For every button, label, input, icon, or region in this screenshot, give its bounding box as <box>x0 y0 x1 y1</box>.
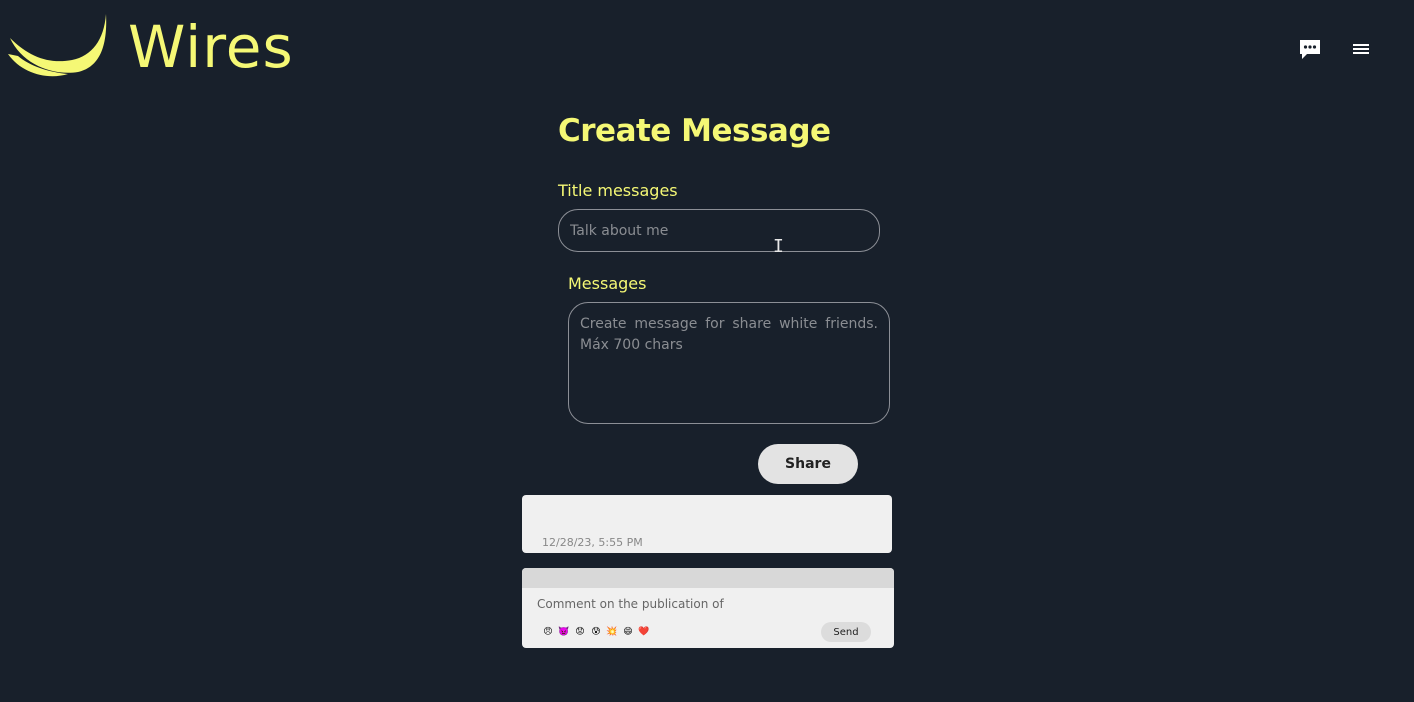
reaction-worried-icon[interactable]: 😟 <box>574 625 586 639</box>
send-comment-button[interactable]: Send <box>821 622 871 642</box>
comment-card: Comment on the publication of 😠 👿 😟 😰 💥 … <box>522 568 894 648</box>
hamburger-menu-icon[interactable] <box>1351 40 1371 58</box>
comment-label: Comment on the publication of <box>537 597 724 611</box>
message-field-label: Messages <box>568 274 647 293</box>
title-input[interactable] <box>558 209 880 252</box>
message-textarea[interactable] <box>568 302 890 424</box>
wires-logo[interactable]: Wires <box>8 12 308 82</box>
text-cursor-icon: I <box>773 236 784 257</box>
brand-name: Wires <box>128 13 294 81</box>
reaction-devil-icon[interactable]: 👿 <box>558 625 570 639</box>
reaction-angry-icon[interactable]: 😠 <box>542 625 554 639</box>
comment-card-header <box>522 568 894 588</box>
chat-bubble-icon[interactable] <box>1298 37 1322 61</box>
reaction-heart-icon[interactable]: ❤️ <box>638 625 650 639</box>
reaction-list: 😠 👿 😟 😰 💥 😄 ❤️ <box>542 625 650 639</box>
reaction-anxious-icon[interactable]: 😰 <box>590 625 602 639</box>
post-timestamp: 12/28/23, 5:55 PM <box>542 536 643 549</box>
share-button[interactable]: Share <box>758 444 858 484</box>
page-title: Create Message <box>558 113 831 149</box>
reaction-smile-icon[interactable]: 😄 <box>622 625 634 639</box>
post-card: 12/28/23, 5:55 PM <box>522 495 892 553</box>
crescent-logo-icon <box>8 14 107 77</box>
reaction-boom-icon[interactable]: 💥 <box>606 625 618 639</box>
title-field-label: Title messages <box>558 181 678 200</box>
